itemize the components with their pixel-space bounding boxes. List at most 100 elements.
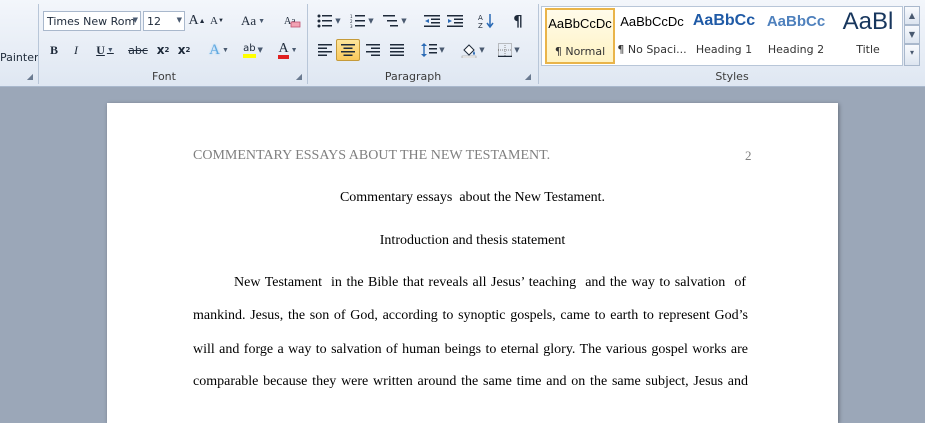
paragraph-group-label: Paragraph	[384, 70, 442, 83]
caret-down-icon: ▼	[218, 18, 224, 24]
font-dialog-launcher-icon[interactable]: ◢	[295, 73, 303, 81]
font-color-button[interactable]: A ▼	[273, 40, 303, 60]
body-line: comparable because they were written aro…	[193, 374, 748, 389]
decrease-indent-icon	[424, 15, 440, 27]
chevron-down-icon: ▼	[401, 17, 407, 25]
style-title[interactable]: AaBl Title	[833, 8, 903, 64]
increase-indent-button[interactable]	[445, 11, 465, 31]
page-header-text: COMMENTARY ESSAYS ABOUT THE NEW TESTAMEN…	[193, 148, 551, 163]
shading-button[interactable]: ▼	[458, 40, 488, 60]
align-left-icon	[318, 44, 332, 56]
underline-button[interactable]: U ▼	[91, 40, 119, 60]
styles-scroll-down-button[interactable]: ▼	[904, 25, 920, 44]
subscript-2-icon: 2	[164, 46, 170, 54]
chevron-down-icon: ▼	[106, 46, 114, 54]
chevron-down-icon[interactable]: ▼	[177, 16, 182, 24]
subscript-button[interactable]: x2	[154, 40, 172, 60]
sort-icon: AZ	[478, 14, 494, 29]
caret-up-icon: ▲	[198, 17, 206, 25]
font-name-combo[interactable]: Times New Rom ▼	[43, 11, 141, 31]
chevron-down-icon: ▼	[257, 46, 263, 54]
styles-gallery: AaBbCcDc ¶ Normal AaBbCcDc ¶ No Spaci...…	[541, 6, 903, 66]
section-heading: Introduction and thesis statement	[379, 233, 566, 248]
font-group-label: Font	[152, 70, 176, 83]
body-line: will and forge a way to salvation of hum…	[193, 342, 748, 357]
page-number: 2	[745, 148, 752, 163]
align-right-icon	[366, 44, 380, 56]
chevron-down-icon: ▼	[258, 17, 266, 25]
sort-button[interactable]: AZ	[476, 11, 496, 31]
style-heading-2[interactable]: AaBbCc Heading 2	[761, 8, 831, 64]
chevron-down-icon: ▼	[221, 46, 229, 54]
paragraph-dialog-launcher-icon[interactable]: ◢	[524, 73, 532, 81]
align-center-button[interactable]	[336, 39, 360, 61]
chevron-down-icon: ▼	[479, 46, 485, 54]
styles-group-label: Styles	[715, 70, 749, 83]
svg-text:A: A	[478, 14, 483, 22]
style-normal[interactable]: AaBbCcDc ¶ Normal	[545, 8, 615, 64]
strikethrough-button[interactable]: abc	[125, 40, 151, 60]
decrease-indent-button[interactable]	[422, 11, 442, 31]
change-case-button[interactable]: Aa ▼	[239, 11, 267, 31]
bullets-icon	[317, 14, 333, 28]
multilevel-list-icon	[383, 15, 399, 27]
chevron-down-icon: ▼	[514, 46, 520, 54]
clipboard-dialog-launcher-icon[interactable]: ◢	[26, 73, 34, 81]
body-line: mankind. Jesus, the son of God, accordin…	[193, 308, 748, 323]
borders-button[interactable]: ▼	[494, 40, 524, 60]
format-painter-button[interactable]: Painter	[0, 51, 39, 64]
style-name: Heading 2	[767, 43, 825, 56]
font-size-value: 12	[147, 14, 161, 28]
superscript-2-icon: 2	[185, 46, 191, 54]
chevron-down-icon: ▼	[439, 46, 445, 54]
style-name: Heading 1	[695, 43, 753, 56]
font-group: Times New Rom ▼ 12 ▼ A ▲ A ▼ Aa ▼ Aa B I U ▼…	[39, 0, 307, 86]
style-name: ¶ No Spaci...	[617, 43, 687, 56]
increase-indent-icon	[447, 15, 463, 27]
align-left-button[interactable]	[314, 40, 336, 60]
paint-bucket-icon	[462, 44, 477, 58]
font-size-combo[interactable]: 12 ▼	[143, 11, 185, 31]
text-effects-button[interactable]: A ▼	[205, 40, 233, 60]
clear-formatting-icon: Aa	[284, 16, 301, 28]
font-name-value: Times New Rom	[47, 14, 136, 28]
ribbon: Painter ◢ Times New Rom ▼ 12 ▼ A ▲ A ▼ Aa ▼…	[0, 0, 925, 87]
shrink-font-button[interactable]: A ▼	[208, 11, 226, 31]
justify-icon	[390, 44, 404, 56]
show-formatting-marks-button[interactable]: ¶	[508, 11, 528, 31]
multilevel-list-button[interactable]: ▼	[380, 11, 410, 31]
paragraph-group: ▼ 1 2 3 ▼ ▼ AZ ¶ ▼ ▼ ▼ Paragraph ◢	[308, 0, 538, 86]
chevron-down-icon[interactable]: ▼	[133, 16, 138, 24]
italic-button[interactable]: I	[67, 40, 85, 60]
styles-scroll-up-button[interactable]: ▲	[904, 6, 920, 25]
style-heading-1[interactable]: AaBbCc Heading 1	[689, 8, 759, 64]
clipboard-group: Painter ◢	[0, 0, 39, 86]
line-spacing-button[interactable]: ▼	[418, 40, 448, 60]
style-name: Title	[856, 43, 880, 56]
chevron-down-icon: ▼	[290, 46, 298, 54]
align-center-icon	[341, 44, 355, 56]
style-preview: AaBbCcDc	[548, 16, 612, 31]
style-preview: AaBl	[842, 8, 894, 35]
text-highlight-button[interactable]: ab ▼	[237, 40, 269, 60]
justify-button[interactable]	[386, 40, 408, 60]
document-area: COMMENTARY ESSAYS ABOUT THE NEW TESTAMEN…	[0, 87, 925, 423]
document-title: Commentary essays about the New Testamen…	[339, 190, 606, 205]
superscript-button[interactable]: x2	[175, 40, 193, 60]
svg-text:Z: Z	[478, 22, 483, 29]
clear-formatting-button[interactable]: Aa	[282, 11, 302, 31]
body-line: New Testament in the Bible that reveals …	[234, 275, 746, 290]
styles-more-button[interactable]: ▾	[904, 44, 920, 66]
line-spacing-icon	[421, 43, 438, 57]
bullets-button[interactable]: ▼	[314, 11, 344, 31]
style-preview: AaBbCc	[766, 13, 826, 30]
style-preview: AaBbCc	[692, 12, 756, 29]
svg-text:3: 3	[350, 24, 353, 28]
chevron-down-icon: ▼	[368, 17, 374, 25]
document-page[interactable]: COMMENTARY ESSAYS ABOUT THE NEW TESTAMEN…	[107, 103, 838, 423]
align-right-button[interactable]	[362, 40, 384, 60]
grow-font-button[interactable]: A ▲	[188, 11, 206, 31]
numbering-button[interactable]: 1 2 3 ▼	[347, 11, 377, 31]
bold-button[interactable]: B	[45, 40, 63, 60]
style-no-spacing[interactable]: AaBbCcDc ¶ No Spaci...	[617, 8, 687, 64]
